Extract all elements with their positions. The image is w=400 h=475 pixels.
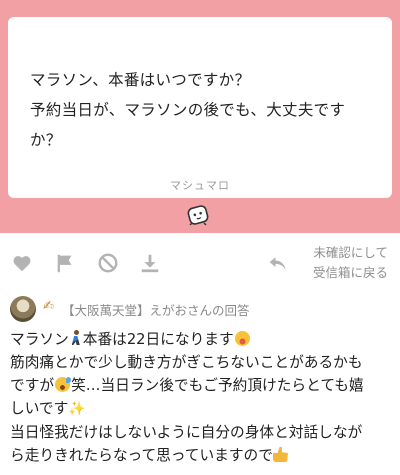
runner-icon <box>69 330 83 346</box>
question-line: マラソン、本番はいつですか？ <box>30 71 251 89</box>
answer-fragment: しいです <box>10 400 69 417</box>
answer-fragment: 笑…当日ラン後でもご予約頂けたらとても嬉 <box>71 377 364 394</box>
block-icon[interactable] <box>97 252 119 274</box>
thumbs-up-icon <box>272 447 288 462</box>
answer-fragment: マラソン <box>10 331 69 348</box>
return-label-line: 未確認にして <box>313 245 388 260</box>
answer-line: しいです✨ <box>10 397 395 421</box>
heart-icon[interactable] <box>11 252 33 274</box>
answer-fragment: ですが <box>10 377 55 394</box>
writing-hand-icon: ✍ <box>43 299 54 314</box>
question-line: か？ <box>30 131 62 149</box>
answer-text: マラソン 本番は22日になります 筋肉痛とかで少し動き方がぎこちないことがあるかも… <box>10 328 395 467</box>
marshmallow-mascot-icon <box>183 200 213 230</box>
sparkles-icon: ✨ <box>68 401 86 417</box>
answer-header: ✍ 【大阪萬天堂】えがおさんの回答 <box>10 296 390 322</box>
answer-line: マラソン 本番は22日になります <box>10 328 395 351</box>
return-label: 未確認にして 受信箱に戻る <box>313 243 388 283</box>
undo-arrow-icon <box>268 253 288 273</box>
question-line: 予約当日が、マラソンの後でも、大丈夫です <box>30 101 346 119</box>
answer-fragment: ら走りきれたらなって思っていますので <box>10 447 273 464</box>
answer-line: 筋肉痛とかで少し動き方がぎこちないことがあるかも <box>10 354 363 371</box>
flag-icon[interactable] <box>54 252 76 274</box>
avatar[interactable] <box>10 296 36 322</box>
action-bar: 未確認にして 受信箱に戻る <box>0 233 400 293</box>
brand-label: マシュマロ <box>170 179 230 192</box>
answer-line: 当日怪我だけはしないように自分の身体と対話しなが <box>10 424 363 441</box>
download-icon[interactable] <box>139 252 161 274</box>
smile-emoji-icon <box>234 331 250 346</box>
answer-line: ら走りきれたらなって思っていますので <box>10 444 395 467</box>
responder-name: 【大阪萬天堂】えがおさんの回答 <box>62 303 250 318</box>
sweat-smile-emoji-icon <box>55 377 72 392</box>
question-text: マラソン、本番はいつですか？ 予約当日が、マラソンの後でも、大丈夫です か？ <box>30 65 380 155</box>
return-to-inbox-button[interactable]: 未確認にして 受信箱に戻る <box>268 243 388 285</box>
return-label-line: 受信箱に戻る <box>312 265 388 280</box>
question-card: マラソン、本番はいつですか？ 予約当日が、マラソンの後でも、大丈夫です か？ マ… <box>8 17 392 198</box>
answer-line: ですが 笑…当日ラン後でもご予約頂けたらとても嬉 <box>10 374 395 397</box>
answer-fragment: 本番は22日になります <box>82 331 234 348</box>
